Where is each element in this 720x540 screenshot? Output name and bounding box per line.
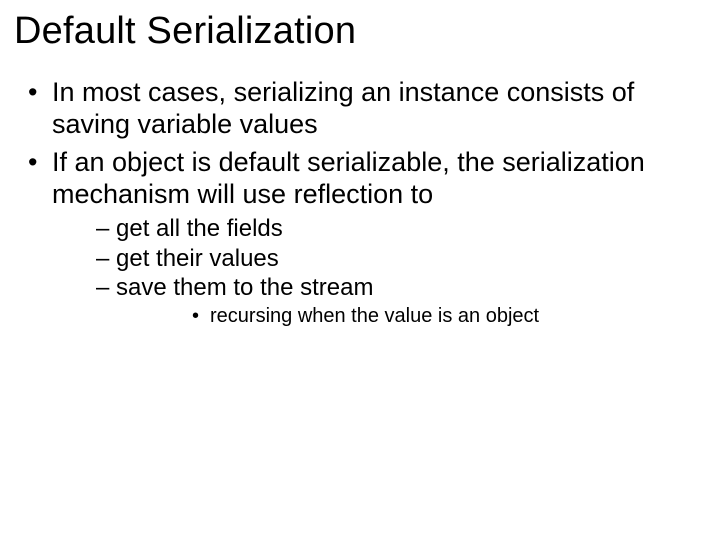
bullet-text: recursing when the value is an object	[210, 305, 539, 327]
sub-bullet-list: get all the fields get their values save…	[52, 214, 702, 329]
list-item: save them to the stream recursing when t…	[52, 273, 702, 329]
bullet-text: In most cases, serializing an instance c…	[52, 77, 634, 139]
list-item: get their values	[52, 244, 702, 273]
bullet-text: get all the fields	[116, 215, 283, 242]
sub-sub-bullet-list: recursing when the value is an object	[116, 304, 702, 329]
bullet-text: get their values	[116, 245, 279, 272]
list-item: get all the fields	[52, 214, 702, 243]
bullet-text: save them to the stream	[116, 274, 373, 301]
list-item: If an object is default serializable, th…	[14, 147, 702, 330]
bullet-list: In most cases, serializing an instance c…	[14, 77, 702, 329]
bullet-text: If an object is default serializable, th…	[52, 147, 645, 209]
list-item: recursing when the value is an object	[116, 304, 702, 329]
slide: Default Serialization In most cases, ser…	[0, 0, 720, 540]
list-item: In most cases, serializing an instance c…	[14, 77, 702, 141]
slide-title: Default Serialization	[14, 10, 702, 53]
